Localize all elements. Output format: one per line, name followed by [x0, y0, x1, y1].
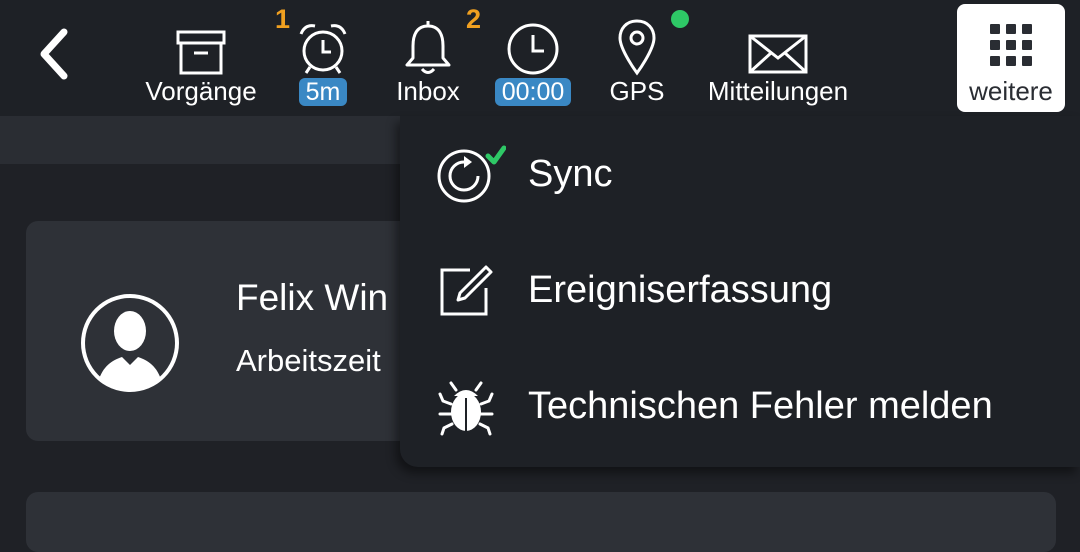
envelope-icon	[748, 34, 808, 74]
alarm-clock-icon	[299, 24, 347, 74]
archive-box-icon	[176, 30, 226, 75]
sync-icon	[437, 145, 506, 203]
bell-icon	[405, 21, 451, 74]
menu-item-sync[interactable]: Sync	[400, 116, 1080, 232]
more-dropdown-menu: Sync Ereigniserfassung Technischen Fehle…	[400, 116, 1080, 467]
user-subtitle: Arbeitszeit	[236, 343, 381, 378]
vorgaenge-label: Vorgänge	[145, 76, 257, 106]
profile-card[interactable]: Felix Win Arbeitszeit	[26, 221, 426, 441]
more-label: weitere	[969, 76, 1053, 106]
toolbar-time[interactable]: 00:00	[488, 10, 578, 110]
alarm-timer-pill: 5m	[298, 78, 348, 106]
check-icon	[485, 145, 506, 165]
bug-icon	[438, 381, 494, 436]
toolbar-mitteilungen[interactable]: Mitteilungen	[698, 10, 858, 110]
edit-icon	[440, 265, 493, 316]
toolbar-vorgaenge[interactable]: 1 Vorgänge	[140, 4, 290, 110]
toolbar-inbox[interactable]: 2 Inbox	[392, 4, 481, 110]
menu-item-sync-label: Sync	[528, 152, 613, 195]
menu-item-ereigniserfassung-label: Ereigniserfassung	[528, 268, 833, 311]
toolbar-alarm[interactable]: 5m	[290, 10, 356, 110]
vorgaenge-count-badge: 1	[275, 4, 291, 34]
more-button[interactable]: weitere	[957, 4, 1065, 112]
back-button[interactable]	[30, 24, 80, 84]
menu-item-ereigniserfassung[interactable]: Ereigniserfassung	[400, 232, 1080, 348]
mitteilungen-label: Mitteilungen	[707, 76, 849, 106]
inbox-count-badge: 2	[466, 4, 482, 34]
toolbar-gps[interactable]: GPS	[606, 10, 689, 110]
avatar-icon	[81, 294, 179, 392]
menu-item-fehler-melden[interactable]: Technischen Fehler melden	[400, 348, 1080, 464]
chevron-left-icon	[40, 28, 68, 80]
map-pin-icon	[618, 19, 656, 76]
content-card	[26, 492, 1056, 552]
clock-icon	[507, 23, 559, 75]
top-toolbar: 1 Vorgänge 5m 2 Inbox 00:00 GPS Mitteilu…	[0, 0, 1080, 116]
grid-icon	[990, 24, 1032, 66]
gps-status-dot	[671, 10, 689, 28]
gps-label: GPS	[609, 76, 665, 106]
menu-item-fehler-melden-label: Technischen Fehler melden	[528, 384, 993, 427]
user-name: Felix Win	[236, 277, 389, 318]
worktime-pill: 00:00	[494, 78, 572, 106]
inbox-label: Inbox	[396, 76, 460, 106]
